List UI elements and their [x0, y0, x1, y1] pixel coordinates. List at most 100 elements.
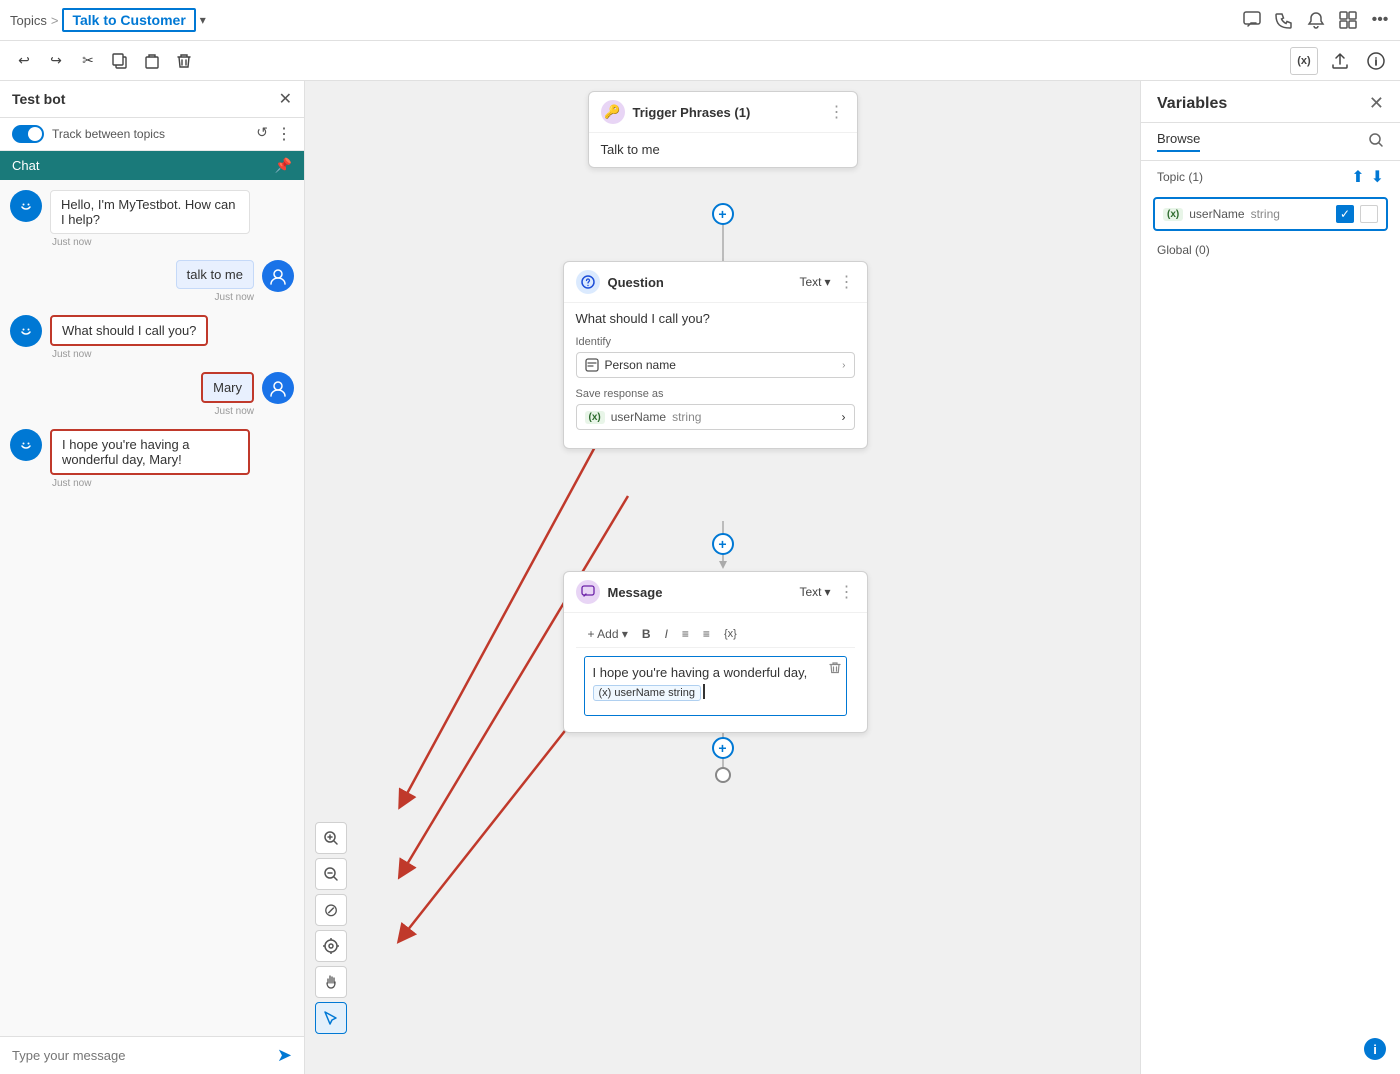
- add-node-button-1[interactable]: +: [712, 203, 734, 225]
- variables-header: Variables ✕: [1141, 81, 1400, 123]
- node-header: Message Text ▾ ⋮: [564, 572, 867, 613]
- trigger-text: Talk to me: [601, 142, 660, 157]
- bold-button[interactable]: B: [638, 625, 655, 643]
- topic-section-header: Topic (1) ⬆ ⬇: [1141, 161, 1400, 193]
- message-bubble: I hope you're having a wonderful day, Ma…: [50, 429, 250, 489]
- cancel-button[interactable]: ⊘: [315, 894, 347, 926]
- toolbar: ↩ ↩ ✂ (x): [0, 41, 1400, 81]
- zoom-in-button[interactable]: [315, 822, 347, 854]
- msg-var-badge: (x): [599, 687, 612, 699]
- breadcrumb-separator: >: [51, 13, 59, 28]
- trigger-menu-button[interactable]: ⋮: [829, 102, 845, 122]
- variables-close-button[interactable]: ✕: [1369, 93, 1384, 114]
- pin-icon[interactable]: 📌: [275, 157, 292, 174]
- breadcrumb: Topics > Talk to Customer ▾: [10, 8, 206, 32]
- variables-panel: Variables ✕ Browse Topic (1) ⬆ ⬇: [1140, 81, 1400, 1074]
- topic-section-title: Topic (1): [1157, 170, 1203, 184]
- end-circle: [715, 767, 731, 783]
- message-text-dropdown[interactable]: Text ▾: [799, 585, 830, 599]
- help-info-button[interactable]: i: [1364, 1038, 1386, 1060]
- align-button[interactable]: ≡: [678, 625, 693, 643]
- redo-button[interactable]: ↩: [42, 47, 70, 75]
- target-button[interactable]: [315, 930, 347, 962]
- bell-icon[interactable]: [1306, 10, 1326, 30]
- add-node-button-2[interactable]: +: [712, 533, 734, 555]
- var-browse-tab[interactable]: Browse: [1157, 131, 1200, 152]
- chat-icon[interactable]: [1242, 10, 1262, 30]
- message-delete-icon[interactable]: [828, 661, 842, 678]
- hand-tool-button[interactable]: [315, 966, 347, 998]
- var-name: userName: [611, 410, 666, 424]
- list-button[interactable]: ≡: [699, 625, 714, 643]
- var-item-check[interactable]: ✓: [1336, 205, 1354, 223]
- info-button[interactable]: [1362, 47, 1390, 75]
- undo-button[interactable]: ↩: [10, 47, 38, 75]
- breadcrumb-current[interactable]: Talk to Customer: [62, 8, 195, 32]
- chat-close-button[interactable]: ✕: [279, 89, 292, 109]
- add-button[interactable]: + Add ▾: [584, 625, 632, 643]
- identify-value: Person name: [605, 358, 676, 372]
- search-icon[interactable]: [1368, 132, 1384, 151]
- send-button[interactable]: ➤: [277, 1045, 292, 1066]
- track-toggle[interactable]: [12, 125, 44, 143]
- bubble-time: Just now: [176, 292, 254, 303]
- top-bar: Topics > Talk to Customer ▾: [0, 0, 1400, 41]
- upload-icon[interactable]: ⬆: [1351, 167, 1364, 187]
- message-var-inline: (x) userName string: [593, 685, 701, 701]
- cut-button[interactable]: ✂: [74, 47, 102, 75]
- node-header: Question Text ▾ ⋮: [564, 262, 867, 303]
- variable-button[interactable]: (x): [1290, 47, 1318, 75]
- message-row: talk to me Just now: [10, 260, 294, 303]
- var-tabs: Browse: [1141, 123, 1400, 161]
- var-item-checkbox[interactable]: [1360, 205, 1378, 223]
- paste-button[interactable]: [138, 47, 166, 75]
- canvas-content: 🔑 Trigger Phrases (1) ⋮ Talk to me +: [305, 81, 1140, 1074]
- italic-button[interactable]: I: [661, 625, 672, 643]
- add-node-button-3[interactable]: +: [712, 737, 734, 759]
- download-icon[interactable]: ⬇: [1371, 167, 1384, 187]
- breadcrumb-dropdown-icon[interactable]: ▾: [200, 13, 206, 27]
- question-menu-button[interactable]: ⋮: [839, 272, 855, 292]
- message-row: Mary Just now: [10, 372, 294, 417]
- bot-avatar: [10, 429, 42, 461]
- question-text-dropdown[interactable]: Text ▾: [799, 275, 830, 289]
- phone-icon[interactable]: [1274, 10, 1294, 30]
- message-row: I hope you're having a wonderful day, Ma…: [10, 429, 294, 489]
- question-type-label: Text: [799, 275, 821, 289]
- bot-name: Test bot: [12, 91, 65, 107]
- question-title: Question: [608, 275, 792, 290]
- chat-panel-header: Test bot ✕: [0, 81, 304, 118]
- message-bubble: Mary Just now: [201, 372, 254, 417]
- chat-input[interactable]: [12, 1048, 269, 1063]
- export-button[interactable]: [1326, 47, 1354, 75]
- more-options-icon[interactable]: ⋮: [276, 124, 292, 144]
- select-tool-button[interactable]: [315, 1002, 347, 1034]
- identify-section: Identify Person name ›: [576, 336, 855, 378]
- bubble-text-highlighted: Mary: [201, 372, 254, 403]
- bubble-text-highlighted: I hope you're having a wonderful day, Ma…: [50, 429, 250, 475]
- message-var-row: (x) userName string: [593, 684, 838, 701]
- more-icon[interactable]: •••: [1370, 10, 1390, 30]
- message-bubble: talk to me Just now: [176, 260, 254, 303]
- message-row: Hello, I'm MyTestbot. How can I help? Ju…: [10, 190, 294, 248]
- identify-dropdown[interactable]: Person name ›: [576, 352, 855, 378]
- question-node: Question Text ▾ ⋮ What should I call you…: [563, 261, 868, 449]
- refresh-icon[interactable]: ↺: [256, 124, 268, 144]
- message-menu-button[interactable]: ⋮: [839, 582, 855, 602]
- save-response-var[interactable]: (x) userName string ›: [576, 404, 855, 430]
- grid-icon[interactable]: [1338, 10, 1358, 30]
- question-text: What should I call you?: [576, 311, 855, 326]
- chat-tab-label[interactable]: Chat: [12, 158, 39, 173]
- chat-panel: Test bot ✕ Track between topics ↺ ⋮ Chat…: [0, 81, 305, 1074]
- delete-button[interactable]: [170, 47, 198, 75]
- breadcrumb-topics[interactable]: Topics: [10, 13, 47, 28]
- variable-inline-button[interactable]: {x}: [720, 626, 741, 642]
- copy-button[interactable]: [106, 47, 134, 75]
- message-type-label: Text: [799, 585, 821, 599]
- chat-messages: Hello, I'm MyTestbot. How can I help? Ju…: [0, 180, 304, 1036]
- message-bubble: Hello, I'm MyTestbot. How can I help? Ju…: [50, 190, 250, 248]
- message-cursor: [703, 684, 705, 699]
- top-bar-icons: •••: [1242, 10, 1390, 30]
- zoom-out-button[interactable]: [315, 858, 347, 890]
- message-content[interactable]: I hope you're having a wonderful day, (x…: [584, 656, 847, 716]
